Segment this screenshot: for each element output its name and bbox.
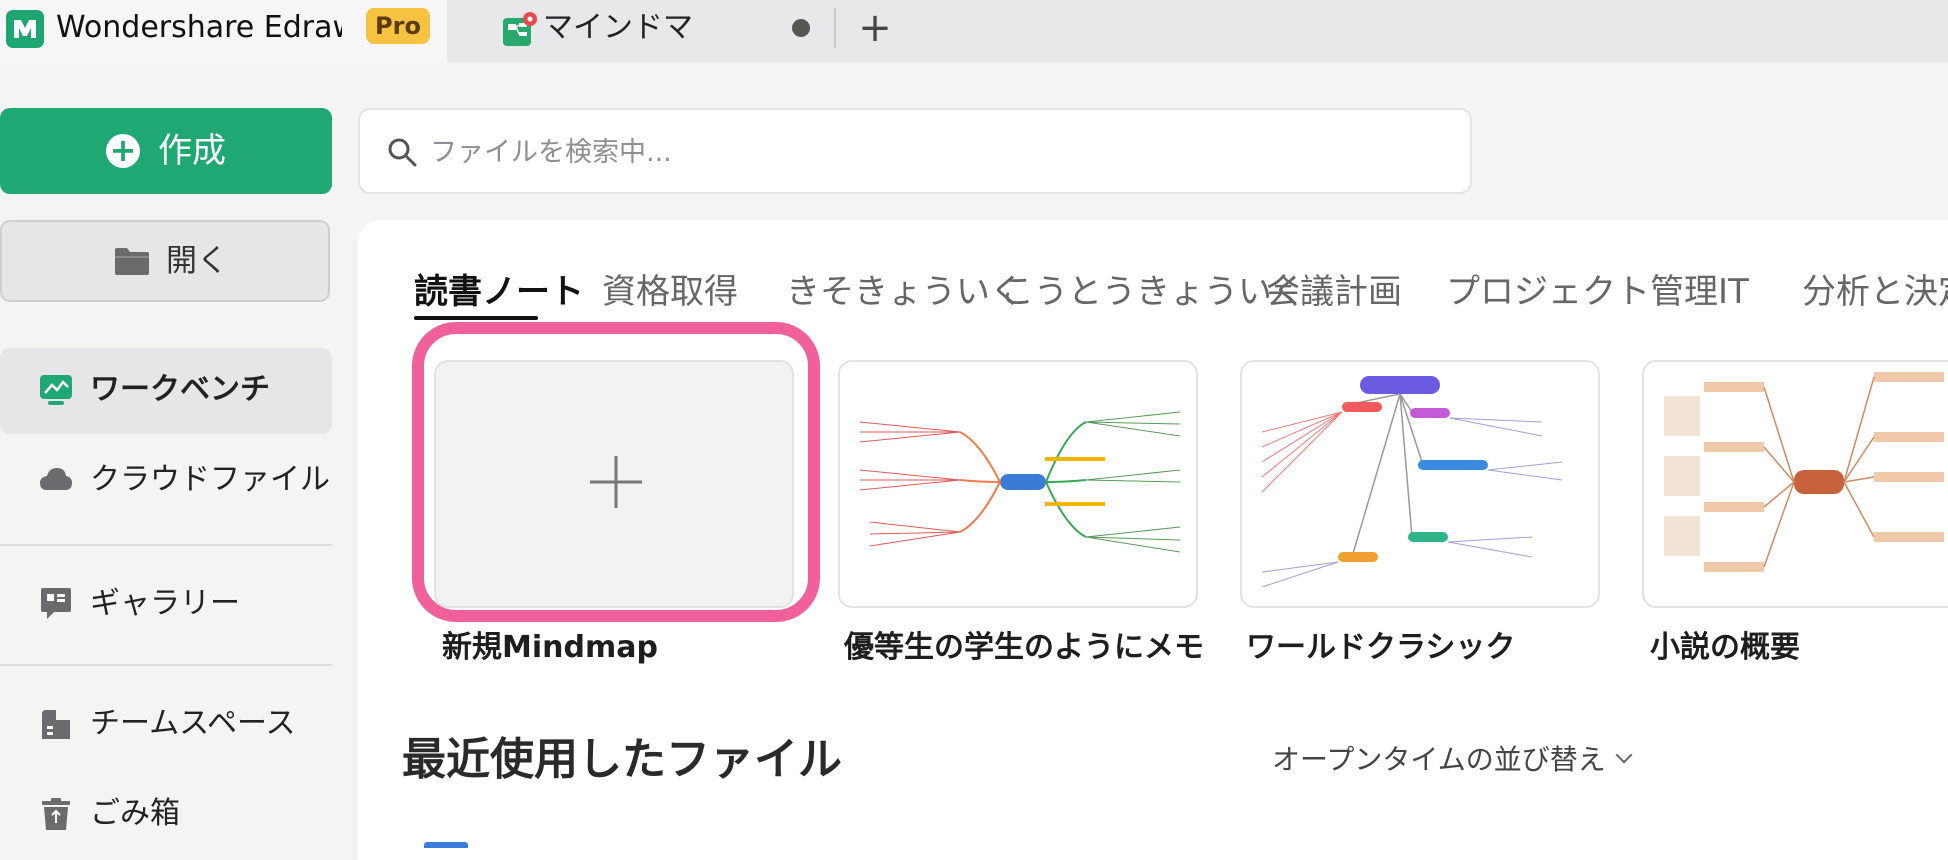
gallery-icon bbox=[41, 588, 71, 619]
folder-icon bbox=[115, 248, 149, 275]
title-bar: Wondershare EdrawMind Pro マインドマップ + bbox=[0, 0, 1948, 62]
template-card-novel-outline[interactable] bbox=[1642, 360, 1948, 608]
app-tab[interactable]: Wondershare EdrawMind Pro bbox=[0, 0, 447, 62]
tab-project-management[interactable]: プロジェクト管理 bbox=[1446, 262, 1718, 322]
tab-reading-notes[interactable]: 読書ノート bbox=[414, 262, 584, 322]
pro-badge: Pro bbox=[366, 8, 430, 44]
search-box[interactable] bbox=[358, 108, 1472, 194]
document-tab[interactable]: マインドマップ bbox=[447, 0, 827, 62]
tab-analysis-decision[interactable]: 分析と決定 bbox=[1802, 262, 1948, 322]
tab-it[interactable]: IT bbox=[1718, 262, 1749, 322]
tab-basic-education[interactable]: きそきょういく bbox=[786, 262, 1024, 322]
template-label: 新規Mindmap bbox=[442, 630, 658, 665]
active-tab-underline bbox=[414, 316, 538, 320]
sort-label: オープンタイムの並び替え bbox=[1272, 743, 1606, 776]
sidebar-item-label: ごみ箱 bbox=[90, 796, 180, 831]
sidebar-item-workbench[interactable]: ワークベンチ bbox=[0, 348, 332, 434]
new-tab-button[interactable]: + bbox=[855, 6, 895, 50]
cloud-icon bbox=[40, 468, 72, 490]
sidebar-item-team-space[interactable]: チームスペース bbox=[0, 682, 332, 768]
sidebar-item-trash[interactable]: ごみ箱 bbox=[0, 772, 332, 858]
app-title: Wondershare EdrawMind bbox=[56, 10, 342, 45]
mindmap-doc-icon bbox=[503, 12, 537, 46]
tab-separator bbox=[834, 8, 836, 48]
sidebar-item-label: ギャラリー bbox=[90, 586, 240, 621]
template-label: ワールドクラシック bbox=[1246, 630, 1516, 665]
mindmap-thumbnail-icon bbox=[859, 411, 1181, 553]
tab-qualifications[interactable]: 資格取得 bbox=[602, 262, 738, 322]
create-button-label: 作成 bbox=[158, 131, 226, 171]
sidebar-item-label: チームスペース bbox=[90, 706, 296, 741]
create-button[interactable]: + 作成 bbox=[0, 108, 332, 194]
sidebar-item-cloud-files[interactable]: クラウドファイル bbox=[0, 438, 332, 524]
sidebar-item-gallery[interactable]: ギャラリー bbox=[0, 562, 332, 648]
tab-higher-education[interactable]: こうとうきょういく bbox=[1000, 262, 1306, 322]
unsaved-indicator-icon[interactable] bbox=[792, 19, 810, 37]
sidebar-divider bbox=[0, 664, 332, 666]
plus-circle-icon: + bbox=[106, 134, 140, 168]
sidebar-item-label: クラウドファイル bbox=[90, 462, 330, 497]
sidebar-divider bbox=[0, 544, 332, 546]
sort-dropdown[interactable]: オープンタイムの並び替え bbox=[1272, 738, 1633, 782]
workbench-icon bbox=[40, 375, 72, 405]
mindmap-thumbnail-icon bbox=[1261, 376, 1563, 588]
edrawmind-logo-icon bbox=[6, 10, 44, 48]
file-icon bbox=[424, 842, 468, 848]
search-input[interactable] bbox=[428, 126, 1332, 178]
sidebar-item-label: ワークベンチ bbox=[90, 372, 270, 407]
chevron-down-icon bbox=[1615, 746, 1633, 764]
recent-files-title: 最近使用したファイル bbox=[402, 734, 842, 785]
mindmap-thumbnail-icon bbox=[1664, 372, 1944, 572]
trash-icon bbox=[42, 798, 70, 830]
search-icon bbox=[388, 138, 417, 167]
open-button[interactable]: 開く bbox=[0, 220, 330, 302]
tab-meeting-planning[interactable]: 会議計画 bbox=[1266, 262, 1402, 322]
team-space-icon bbox=[42, 710, 70, 739]
template-label: 小説の概要 bbox=[1650, 630, 1800, 665]
template-label: 優等生の学生のようにメモを... bbox=[844, 630, 1204, 665]
document-tab-title: マインドマップ bbox=[543, 10, 693, 45]
highlight-frame bbox=[412, 322, 820, 622]
template-card-student-notes[interactable] bbox=[838, 360, 1198, 608]
template-card-world-classic[interactable] bbox=[1240, 360, 1600, 608]
open-button-label: 開く bbox=[166, 243, 228, 279]
